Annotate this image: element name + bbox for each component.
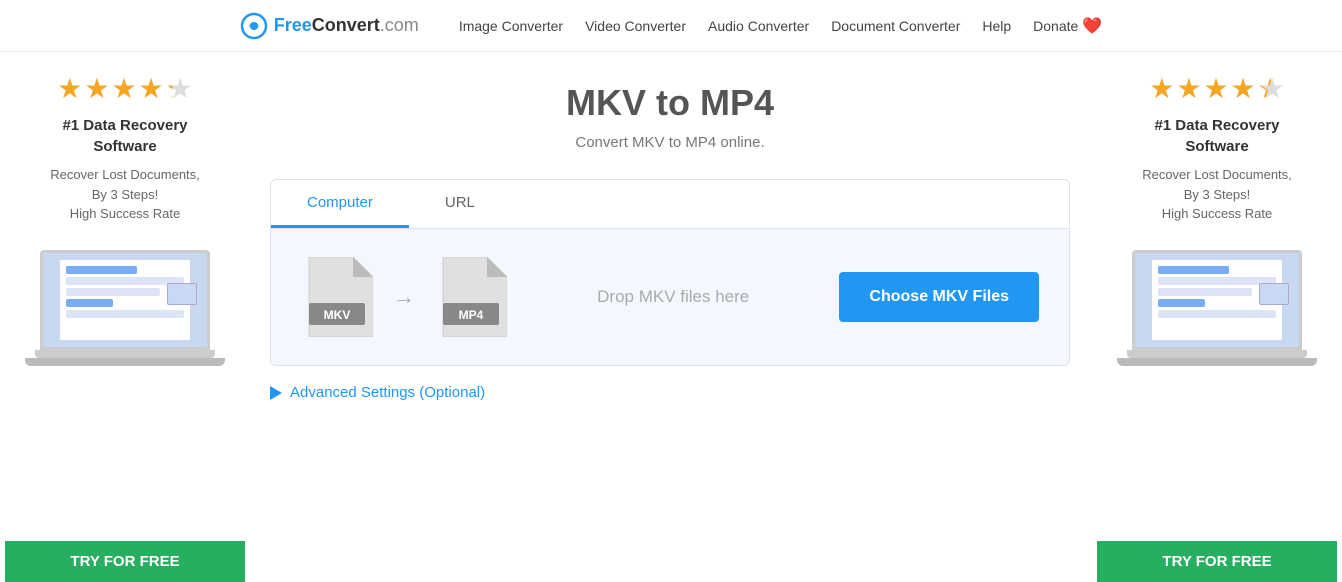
- left-ad-subtitle: Recover Lost Documents,By 3 Steps!High S…: [50, 165, 200, 224]
- tab-url[interactable]: URL: [409, 180, 511, 228]
- star-3: ★: [111, 72, 136, 105]
- star-4: ★: [139, 72, 164, 105]
- drop-files-text: Drop MKV files here: [527, 287, 819, 307]
- triangle-icon: [270, 386, 282, 400]
- advanced-settings-toggle[interactable]: Advanced Settings (Optional): [260, 384, 485, 401]
- main-nav: Image Converter Video Converter Audio Co…: [459, 16, 1102, 36]
- right-star-1: ★: [1149, 72, 1174, 105]
- svg-text:MP4: MP4: [459, 308, 484, 322]
- left-ad-laptop: [25, 250, 225, 380]
- star-1: ★: [57, 72, 82, 105]
- right-star-4: ★: [1231, 72, 1256, 105]
- heart-icon: ❤️: [1082, 16, 1102, 36]
- nav-image-converter[interactable]: Image Converter: [459, 18, 563, 34]
- mkv-file-icon: MKV: [301, 257, 373, 337]
- drop-area[interactable]: MKV → MP4 Drop MKV files here: [271, 229, 1069, 365]
- left-ad-stars: ★ ★ ★ ★ ★ ★: [57, 72, 193, 105]
- right-star-3: ★: [1203, 72, 1228, 105]
- converter-box: Computer URL MKV →: [270, 179, 1070, 366]
- advanced-settings-label: Advanced Settings (Optional): [290, 384, 485, 401]
- page-subtitle: Convert MKV to MP4 online.: [575, 134, 764, 151]
- tab-computer[interactable]: Computer: [271, 180, 409, 228]
- logo-icon: [240, 12, 268, 40]
- right-star-half-bg: ★: [1260, 72, 1285, 105]
- right-ad-stars: ★ ★ ★ ★ ★ ★: [1149, 72, 1285, 105]
- center-content: MKV to MP4 Convert MKV to MP4 online. Co…: [260, 52, 1080, 401]
- logo-domain: .com: [380, 15, 419, 35]
- converter-tabs: Computer URL: [271, 180, 1069, 229]
- nav-help[interactable]: Help: [982, 18, 1011, 34]
- format-arrow-icon: →: [393, 284, 415, 310]
- right-ad-title: #1 Data RecoverySoftware: [1154, 115, 1279, 157]
- nav-donate[interactable]: Donate ❤️: [1033, 16, 1102, 36]
- nav-document-converter[interactable]: Document Converter: [831, 18, 960, 34]
- main-wrapper: ★ ★ ★ ★ ★ ★ #1 Data RecoverySoftware Rec…: [0, 52, 1342, 582]
- left-ad-try-button[interactable]: TRY FOR FREE: [5, 541, 245, 582]
- right-ad-banner: ★ ★ ★ ★ ★ ★ #1 Data RecoverySoftware Rec…: [1092, 52, 1342, 582]
- mp4-file-icon: MP4: [435, 257, 507, 337]
- logo[interactable]: FreeConvert.com: [240, 12, 419, 40]
- right-star-2: ★: [1176, 72, 1201, 105]
- left-ad-title: #1 Data RecoverySoftware: [62, 115, 187, 157]
- right-ad-laptop: [1117, 250, 1317, 380]
- file-icons: MKV → MP4: [301, 257, 507, 337]
- left-ad-banner: ★ ★ ★ ★ ★ ★ #1 Data RecoverySoftware Rec…: [0, 52, 250, 582]
- right-ad-try-button[interactable]: TRY FOR FREE: [1097, 541, 1337, 582]
- page-title: MKV to MP4: [566, 82, 774, 124]
- logo-convert: Convert: [312, 15, 380, 35]
- nav-video-converter[interactable]: Video Converter: [585, 18, 686, 34]
- svg-text:MKV: MKV: [324, 308, 351, 322]
- choose-files-button[interactable]: Choose MKV Files: [839, 272, 1039, 322]
- header: FreeConvert.com Image Converter Video Co…: [0, 0, 1342, 52]
- right-ad-subtitle: Recover Lost Documents,By 3 Steps!High S…: [1142, 165, 1292, 224]
- logo-free: Free: [274, 15, 312, 35]
- nav-audio-converter[interactable]: Audio Converter: [708, 18, 809, 34]
- star-2: ★: [84, 72, 109, 105]
